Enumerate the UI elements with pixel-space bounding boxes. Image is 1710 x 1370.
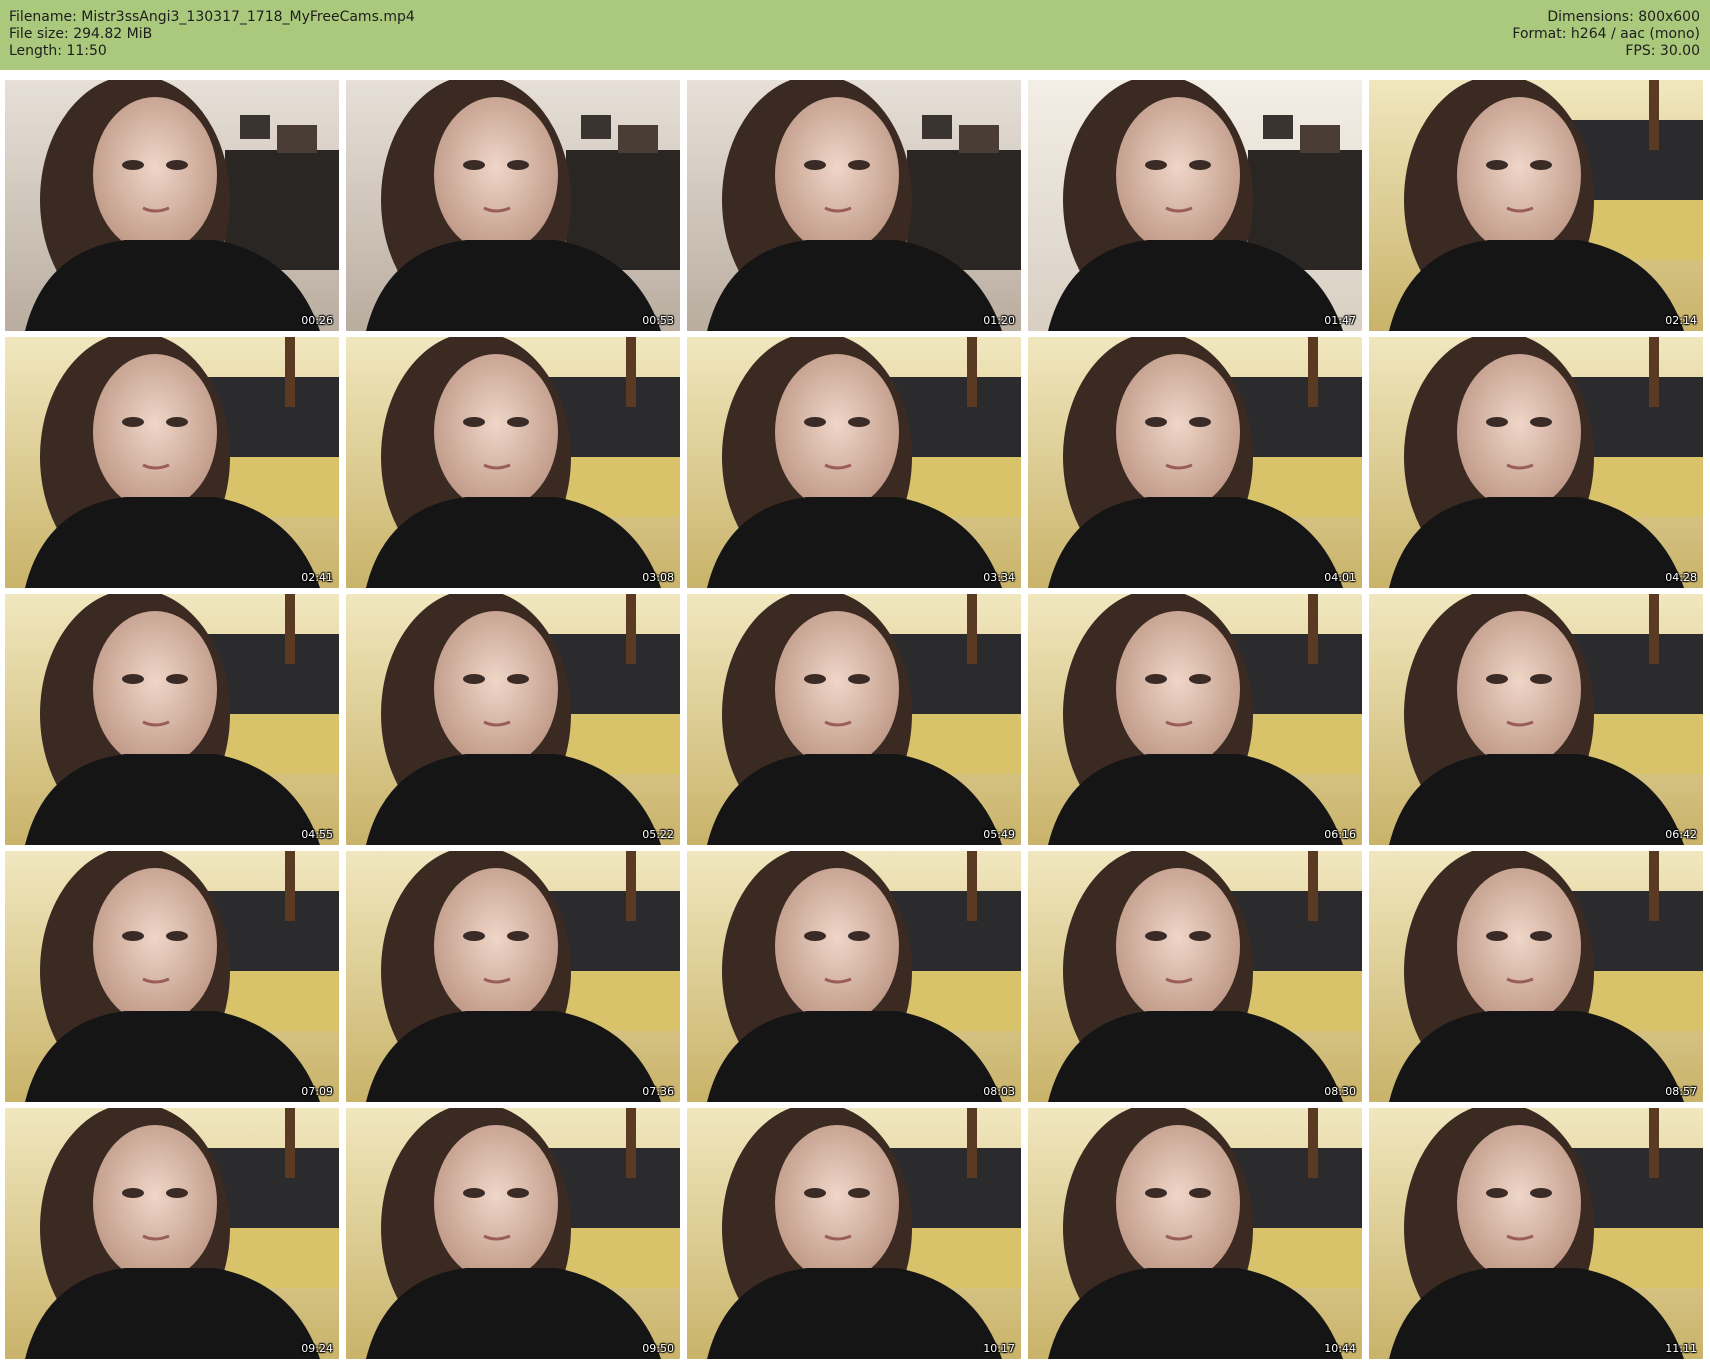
thumbnail-image bbox=[346, 594, 680, 845]
thumbnail-image bbox=[5, 851, 339, 1102]
timestamp-label: 10:17 bbox=[983, 1342, 1015, 1355]
thumbnail-image bbox=[1369, 80, 1703, 331]
filesize-text: File size: 294.82 MiB bbox=[9, 26, 153, 42]
timestamp-label: 02:41 bbox=[301, 571, 333, 584]
thumbnail-image bbox=[687, 337, 1021, 588]
timestamp-label: 00:53 bbox=[642, 314, 674, 327]
fps-text: FPS: 30.00 bbox=[1625, 43, 1700, 59]
video-thumbnail: 08:30 bbox=[1028, 851, 1362, 1102]
thumbnail-image bbox=[1369, 594, 1703, 845]
thumbnail-image bbox=[346, 1108, 680, 1359]
video-thumbnail: 03:34 bbox=[687, 337, 1021, 588]
timestamp-label: 02:14 bbox=[1665, 314, 1697, 327]
thumbnail-image bbox=[1028, 80, 1362, 331]
video-thumbnail: 04:55 bbox=[5, 594, 339, 845]
video-thumbnail: 08:57 bbox=[1369, 851, 1703, 1102]
thumbnail-image bbox=[1369, 337, 1703, 588]
timestamp-label: 08:30 bbox=[1324, 1085, 1356, 1098]
format-text: Format: h264 / aac (mono) bbox=[1512, 26, 1700, 42]
timestamp-label: 07:09 bbox=[301, 1085, 333, 1098]
video-thumbnail: 05:22 bbox=[346, 594, 680, 845]
thumbnail-image bbox=[5, 337, 339, 588]
info-header: Filename: Mistr3ssAngi3_130317_1718_MyFr… bbox=[0, 0, 1710, 70]
video-thumbnail: 09:24 bbox=[5, 1108, 339, 1359]
video-thumbnail: 10:17 bbox=[687, 1108, 1021, 1359]
thumbnail-image bbox=[1028, 1108, 1362, 1359]
timestamp-label: 00:26 bbox=[301, 314, 333, 327]
thumbnail-image bbox=[5, 80, 339, 331]
timestamp-label: 01:20 bbox=[983, 314, 1015, 327]
thumbnail-image bbox=[1028, 851, 1362, 1102]
video-thumbnail: 04:01 bbox=[1028, 337, 1362, 588]
thumbnail-image bbox=[1028, 337, 1362, 588]
video-thumbnail: 07:09 bbox=[5, 851, 339, 1102]
length-text: Length: 11:50 bbox=[9, 43, 107, 59]
dimensions-text: Dimensions: 800x600 bbox=[1547, 9, 1700, 25]
timestamp-label: 05:22 bbox=[642, 828, 674, 841]
thumbnail-image bbox=[687, 80, 1021, 331]
thumbnail-grid: 00:26 00:53 01:20 01:47 02:14 02:41 03:08 03:34… bbox=[0, 80, 1710, 1370]
thumbnail-image bbox=[687, 594, 1021, 845]
timestamp-label: 06:16 bbox=[1324, 828, 1356, 841]
timestamp-label: 03:34 bbox=[983, 571, 1015, 584]
timestamp-label: 09:24 bbox=[301, 1342, 333, 1355]
thumbnail-image bbox=[1369, 851, 1703, 1102]
video-thumbnail: 00:53 bbox=[346, 80, 680, 331]
thumbnail-image bbox=[687, 1108, 1021, 1359]
thumbnail-image bbox=[5, 1108, 339, 1359]
timestamp-label: 04:01 bbox=[1324, 571, 1356, 584]
timestamp-label: 04:28 bbox=[1665, 571, 1697, 584]
timestamp-label: 08:03 bbox=[983, 1085, 1015, 1098]
thumbnail-image bbox=[346, 337, 680, 588]
thumbnail-image bbox=[687, 851, 1021, 1102]
video-thumbnail: 06:42 bbox=[1369, 594, 1703, 845]
video-thumbnail: 07:36 bbox=[346, 851, 680, 1102]
video-thumbnail: 00:26 bbox=[5, 80, 339, 331]
timestamp-label: 08:57 bbox=[1665, 1085, 1697, 1098]
timestamp-label: 11:11 bbox=[1665, 1342, 1697, 1355]
video-thumbnail: 02:14 bbox=[1369, 80, 1703, 331]
video-thumbnail: 10:44 bbox=[1028, 1108, 1362, 1359]
timestamp-label: 07:36 bbox=[642, 1085, 674, 1098]
video-thumbnail: 01:47 bbox=[1028, 80, 1362, 331]
video-thumbnail: 11:11 bbox=[1369, 1108, 1703, 1359]
video-thumbnail: 02:41 bbox=[5, 337, 339, 588]
video-thumbnail: 03:08 bbox=[346, 337, 680, 588]
timestamp-label: 05:49 bbox=[983, 828, 1015, 841]
timestamp-label: 06:42 bbox=[1665, 828, 1697, 841]
timestamp-label: 10:44 bbox=[1324, 1342, 1356, 1355]
timestamp-label: 01:47 bbox=[1324, 314, 1356, 327]
video-thumbnail: 09:50 bbox=[346, 1108, 680, 1359]
thumbnail-image bbox=[1369, 1108, 1703, 1359]
stream-info: Dimensions: 800x600 Format: h264 / aac (… bbox=[1512, 9, 1700, 60]
video-thumbnail: 06:16 bbox=[1028, 594, 1362, 845]
timestamp-label: 03:08 bbox=[642, 571, 674, 584]
thumbnail-image bbox=[346, 80, 680, 331]
timestamp-label: 04:55 bbox=[301, 828, 333, 841]
video-thumbnail: 01:20 bbox=[687, 80, 1021, 331]
video-thumbnail: 04:28 bbox=[1369, 337, 1703, 588]
thumbnail-image bbox=[5, 594, 339, 845]
thumbnail-image bbox=[1028, 594, 1362, 845]
video-thumbnail: 08:03 bbox=[687, 851, 1021, 1102]
thumbnail-image bbox=[346, 851, 680, 1102]
filename-text: Filename: Mistr3ssAngi3_130317_1718_MyFr… bbox=[9, 9, 415, 25]
file-info: Filename: Mistr3ssAngi3_130317_1718_MyFr… bbox=[9, 9, 415, 60]
timestamp-label: 09:50 bbox=[642, 1342, 674, 1355]
video-thumbnail: 05:49 bbox=[687, 594, 1021, 845]
